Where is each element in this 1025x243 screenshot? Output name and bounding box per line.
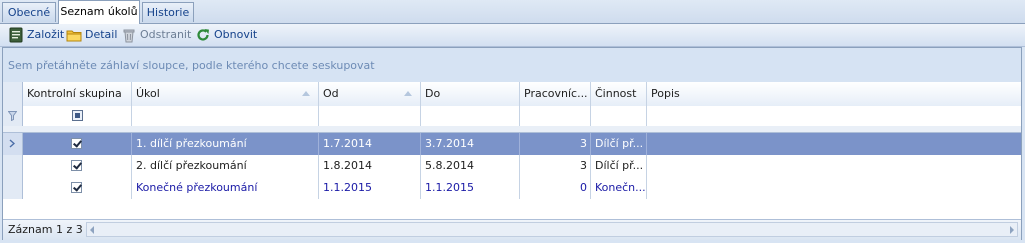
create-label: Založit [27, 28, 65, 41]
column-header-od[interactable]: Od [319, 82, 421, 106]
group-by-panel[interactable]: Sem přetáhněte záhlaví sloupce, podle kt… [3, 48, 1021, 83]
filter-indicator [3, 106, 23, 126]
horizontal-scrollbar[interactable] [86, 222, 1018, 237]
toolbar: Založit Detail Odstranit Obnovit [0, 24, 1025, 47]
cell-kontrolni-skupina[interactable] [23, 177, 132, 199]
refresh-icon [197, 29, 209, 41]
sort-arrow-icon [404, 91, 412, 96]
cell-od[interactable]: 1.7.2014 [319, 133, 421, 155]
create-button[interactable]: Založit [8, 26, 64, 44]
cell-od[interactable]: 1.1.2015 [319, 177, 421, 199]
scroll-right-icon[interactable] [1010, 226, 1014, 234]
column-header-ukol-label: Úkol [136, 87, 160, 100]
refresh-label: Obnovit [214, 28, 258, 41]
header-indicator [3, 82, 23, 106]
column-header-pracovnici[interactable]: Pracovníc... [520, 82, 591, 106]
task-grid: Sem přetáhněte záhlaví sloupce, podle kt… [2, 47, 1022, 240]
cell-pracovnici[interactable]: 3 [520, 133, 591, 155]
filter-od[interactable] [319, 106, 421, 126]
checkbox[interactable] [71, 182, 82, 193]
cell-ukol[interactable]: 1. dílčí přezkoumání [132, 133, 319, 155]
cell-do[interactable]: 1.1.2015 [421, 177, 520, 199]
cell-kontrolni-skupina[interactable] [23, 133, 132, 155]
cell-pracovnici[interactable]: 3 [520, 155, 591, 177]
grid-empty-area [3, 199, 1021, 219]
tab-seznam-ukolu[interactable]: Seznam úkolů [58, 0, 140, 24]
column-header-do[interactable]: Do [421, 82, 520, 106]
filter-ukol[interactable] [132, 106, 319, 126]
filter-popis[interactable] [647, 106, 1021, 126]
trash-icon [123, 29, 135, 43]
scroll-left-icon[interactable] [90, 226, 94, 234]
cell-cinnost[interactable]: Dílčí př... [591, 155, 647, 177]
new-document-icon [9, 27, 23, 43]
filter-row [3, 106, 1021, 127]
cell-ukol[interactable]: 2. dílčí přezkoumání [132, 155, 319, 177]
tab-historie[interactable]: Historie [142, 2, 194, 22]
filter-separator [3, 126, 1021, 133]
table-row[interactable]: 1. dílčí přezkoumání 1.7.2014 3.7.2014 3… [3, 133, 1021, 156]
row-indicator [3, 155, 23, 177]
checkbox[interactable] [71, 138, 82, 149]
delete-button[interactable]: Odstranit [121, 26, 192, 44]
tab-obecne[interactable]: Obecné [2, 2, 56, 22]
cell-popis[interactable] [647, 133, 1021, 155]
tab-bar: Obecné Seznam úkolů Historie [0, 0, 1025, 24]
checkbox[interactable] [71, 160, 82, 171]
cell-od[interactable]: 1.8.2014 [319, 155, 421, 177]
filter-checkbox-icon [72, 110, 83, 121]
cell-ukol[interactable]: Konečné přezkoumání [132, 177, 319, 199]
record-status: Záznam 1 z 3 [8, 223, 83, 236]
cell-do[interactable]: 5.8.2014 [421, 155, 520, 177]
cell-cinnost[interactable]: Konečn... [591, 177, 647, 199]
detail-button[interactable]: Detail [66, 26, 118, 44]
sort-arrow-icon [302, 91, 310, 96]
column-header-ukol[interactable]: Úkol [132, 82, 319, 106]
cell-kontrolni-skupina[interactable] [23, 155, 132, 177]
column-header-od-label: Od [323, 87, 339, 100]
cell-popis[interactable] [647, 155, 1021, 177]
filter-kontrolni-skupina[interactable] [23, 106, 132, 126]
folder-icon [66, 30, 82, 42]
table-row[interactable]: Konečné přezkoumání 1.1.2015 1.1.2015 0 … [3, 177, 1021, 200]
column-header-kontrolni-skupina[interactable]: Kontrolní skupina [23, 82, 132, 106]
filter-do[interactable] [421, 106, 520, 126]
grid-footer: Záznam 1 z 3 [3, 219, 1021, 240]
delete-label: Odstranit [140, 28, 192, 41]
refresh-button[interactable]: Obnovit [195, 26, 258, 44]
group-by-hint: Sem přetáhněte záhlaví sloupce, podle kt… [8, 59, 375, 72]
row-indicator [3, 177, 23, 199]
detail-label: Detail [85, 28, 118, 41]
column-header-popis[interactable]: Popis [647, 82, 1021, 106]
row-indicator [3, 133, 23, 155]
cell-popis[interactable] [647, 177, 1021, 199]
table-row[interactable]: 2. dílčí přezkoumání 1.8.2014 5.8.2014 3… [3, 155, 1021, 178]
cell-pracovnici[interactable]: 0 [520, 177, 591, 199]
filter-pracovnici[interactable] [520, 106, 591, 126]
current-row-arrow-icon [9, 139, 15, 148]
filter-cinnost[interactable] [591, 106, 647, 126]
column-header-cinnost[interactable]: Činnost [591, 82, 647, 106]
cell-cinnost[interactable]: Dílčí př... [591, 133, 647, 155]
cell-do[interactable]: 3.7.2014 [421, 133, 520, 155]
filter-icon [8, 111, 17, 121]
grid-header: Kontrolní skupina Úkol Od Do Pracovníc..… [3, 82, 1021, 107]
